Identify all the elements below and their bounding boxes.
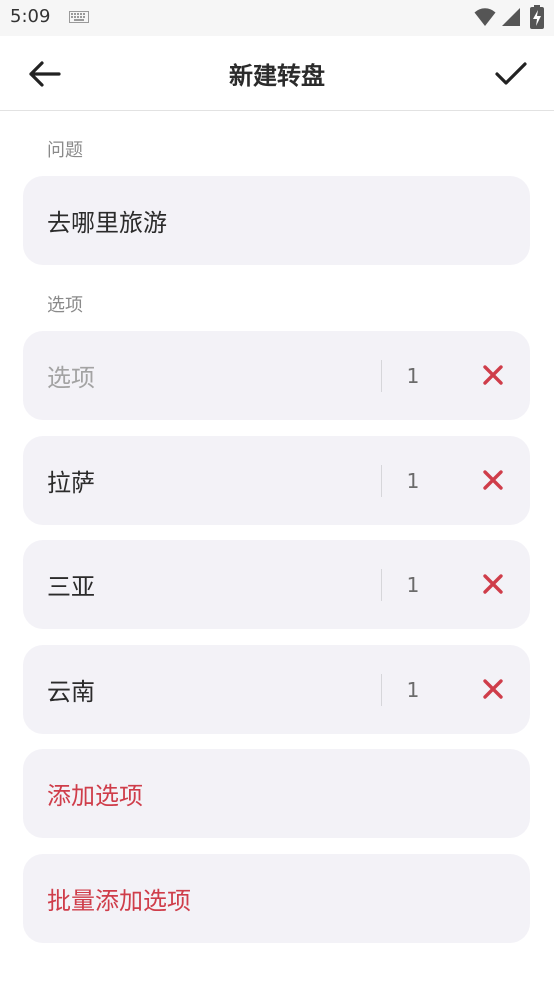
options-section-label: 选项: [47, 295, 83, 316]
battery-charging-icon: [530, 5, 544, 29]
option-weight[interactable]: 1: [399, 436, 427, 525]
question-section-label: 问题: [47, 140, 83, 161]
option-input[interactable]: 三亚: [47, 540, 95, 629]
option-row: 拉萨 1: [23, 436, 530, 525]
close-icon: [483, 679, 503, 699]
option-input[interactable]: 云南: [47, 645, 95, 734]
delete-option-button[interactable]: [475, 671, 511, 707]
page-title: 新建转盘: [229, 62, 325, 90]
batch-add-option-label: 批量添加选项: [47, 887, 191, 915]
divider: [381, 569, 382, 601]
batch-add-option-button[interactable]: 批量添加选项: [23, 854, 530, 943]
option-weight[interactable]: 1: [399, 540, 427, 629]
wifi-icon: [474, 8, 496, 26]
check-icon: [495, 62, 527, 85]
app-bar: 新建转盘: [0, 36, 554, 111]
add-option-button[interactable]: 添加选项: [23, 749, 530, 838]
option-row: 云南 1: [23, 645, 530, 734]
confirm-button[interactable]: [488, 54, 534, 94]
delete-option-button[interactable]: [475, 462, 511, 498]
close-icon: [483, 470, 503, 490]
status-bar: 5:09: [0, 0, 554, 36]
close-icon: [483, 365, 503, 385]
delete-option-button[interactable]: [475, 566, 511, 602]
close-icon: [483, 574, 503, 594]
status-time: 5:09: [10, 6, 51, 27]
option-row: 选项 1: [23, 331, 530, 420]
option-input[interactable]: 拉萨: [47, 436, 95, 525]
delete-option-button[interactable]: [475, 357, 511, 393]
divider: [381, 465, 382, 497]
signal-icon: [502, 8, 520, 26]
option-row: 三亚 1: [23, 540, 530, 629]
keyboard-icon: [69, 11, 89, 23]
divider: [381, 360, 382, 392]
add-option-label: 添加选项: [47, 782, 143, 810]
option-weight[interactable]: 1: [399, 331, 427, 420]
option-weight[interactable]: 1: [399, 645, 427, 734]
question-input[interactable]: 去哪里旅游: [47, 176, 167, 265]
question-field[interactable]: 去哪里旅游: [23, 176, 530, 265]
option-input[interactable]: 选项: [47, 331, 95, 420]
divider: [381, 674, 382, 706]
